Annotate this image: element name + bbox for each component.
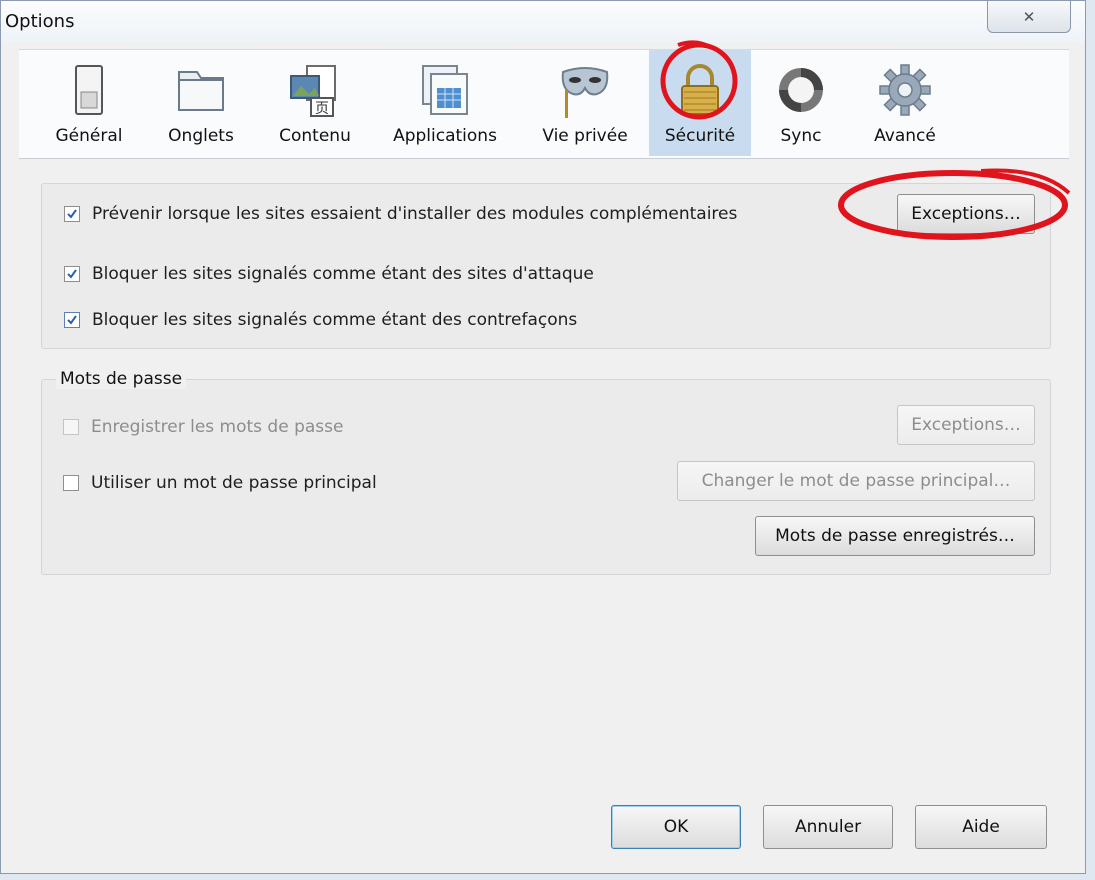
- remember-passwords-option: Enregistrer les mots de passe: [63, 417, 343, 437]
- tab-label: Applications: [393, 126, 497, 146]
- ok-button[interactable]: OK: [611, 805, 741, 849]
- tab-content[interactable]: 页 Contenu: [265, 50, 365, 156]
- master-password-checkbox[interactable]: [63, 475, 79, 491]
- sync-icon: [779, 68, 823, 112]
- check-icon: [67, 315, 77, 325]
- window-title: Options: [5, 11, 75, 32]
- block-attack-label: Bloquer les sites signalés comme étant d…: [92, 264, 594, 284]
- tab-label: Contenu: [279, 126, 351, 146]
- svg-text:页: 页: [315, 101, 329, 117]
- options-tab-bar: Général Onglets 页 Contenu Applications V…: [19, 49, 1069, 159]
- addons-exceptions-button[interactable]: Exceptions…: [897, 194, 1035, 234]
- warn-addons-label: Prévenir lorsque les sites essaient d'in…: [92, 204, 738, 224]
- block-forgery-label: Bloquer les sites signalés comme étant d…: [92, 310, 578, 330]
- passwords-group-label: Mots de passe: [56, 369, 187, 389]
- tab-tabs[interactable]: Onglets: [151, 50, 251, 156]
- saved-passwords-button[interactable]: Mots de passe enregistrés…: [755, 516, 1035, 556]
- switch-icon: [75, 65, 103, 115]
- warn-addons-option[interactable]: Prévenir lorsque les sites essaient d'in…: [64, 204, 737, 224]
- block-attack-option[interactable]: Bloquer les sites signalés comme étant d…: [64, 264, 594, 284]
- check-icon: [67, 209, 77, 219]
- block-forgery-checkbox[interactable]: [64, 312, 80, 328]
- check-icon: [67, 269, 77, 279]
- master-password-label: Utiliser un mot de passe principal: [91, 473, 377, 493]
- tab-label: Sync: [780, 126, 822, 146]
- help-button[interactable]: Aide: [915, 805, 1047, 849]
- tab-label: Vie privée: [542, 126, 628, 146]
- tab-label: Avancé: [874, 126, 936, 146]
- master-password-option[interactable]: Utiliser un mot de passe principal: [63, 473, 377, 493]
- tab-applications[interactable]: Applications: [377, 50, 513, 156]
- remember-passwords-checkbox: [63, 419, 79, 435]
- tab-sync[interactable]: Sync: [761, 50, 841, 156]
- warn-addons-checkbox[interactable]: [64, 206, 80, 222]
- block-attack-checkbox[interactable]: [64, 266, 80, 282]
- close-button[interactable]: ✕: [987, 1, 1071, 33]
- cancel-button[interactable]: Annuler: [763, 805, 893, 849]
- remember-passwords-label: Enregistrer les mots de passe: [91, 417, 344, 437]
- tab-general[interactable]: Général: [43, 50, 135, 156]
- tab-security[interactable]: Sécurité: [649, 50, 751, 156]
- applications-window-icon: [422, 65, 468, 115]
- tab-label: Général: [55, 126, 123, 146]
- passwords-exceptions-button: Exceptions…: [897, 405, 1035, 445]
- options-window: Options ✕ Général Onglets 页 Contenu Appl…: [0, 0, 1086, 874]
- mask-icon: [561, 67, 609, 118]
- content-page-icon: 页: [290, 65, 336, 117]
- close-icon: ✕: [1022, 7, 1036, 26]
- change-master-password-button: Changer le mot de passe principal…: [677, 461, 1035, 501]
- title-bar: Options ✕: [1, 1, 1085, 43]
- tab-label: Sécurité: [664, 126, 736, 146]
- folder-tab-icon: [178, 71, 224, 111]
- block-forgery-option[interactable]: Bloquer les sites signalés comme étant d…: [64, 310, 577, 330]
- tab-label: Onglets: [168, 126, 234, 146]
- padlock-icon: [681, 64, 719, 115]
- gear-icon: [879, 64, 931, 116]
- tab-privacy[interactable]: Vie privée: [529, 50, 641, 156]
- tab-advanced[interactable]: Avancé: [857, 50, 953, 156]
